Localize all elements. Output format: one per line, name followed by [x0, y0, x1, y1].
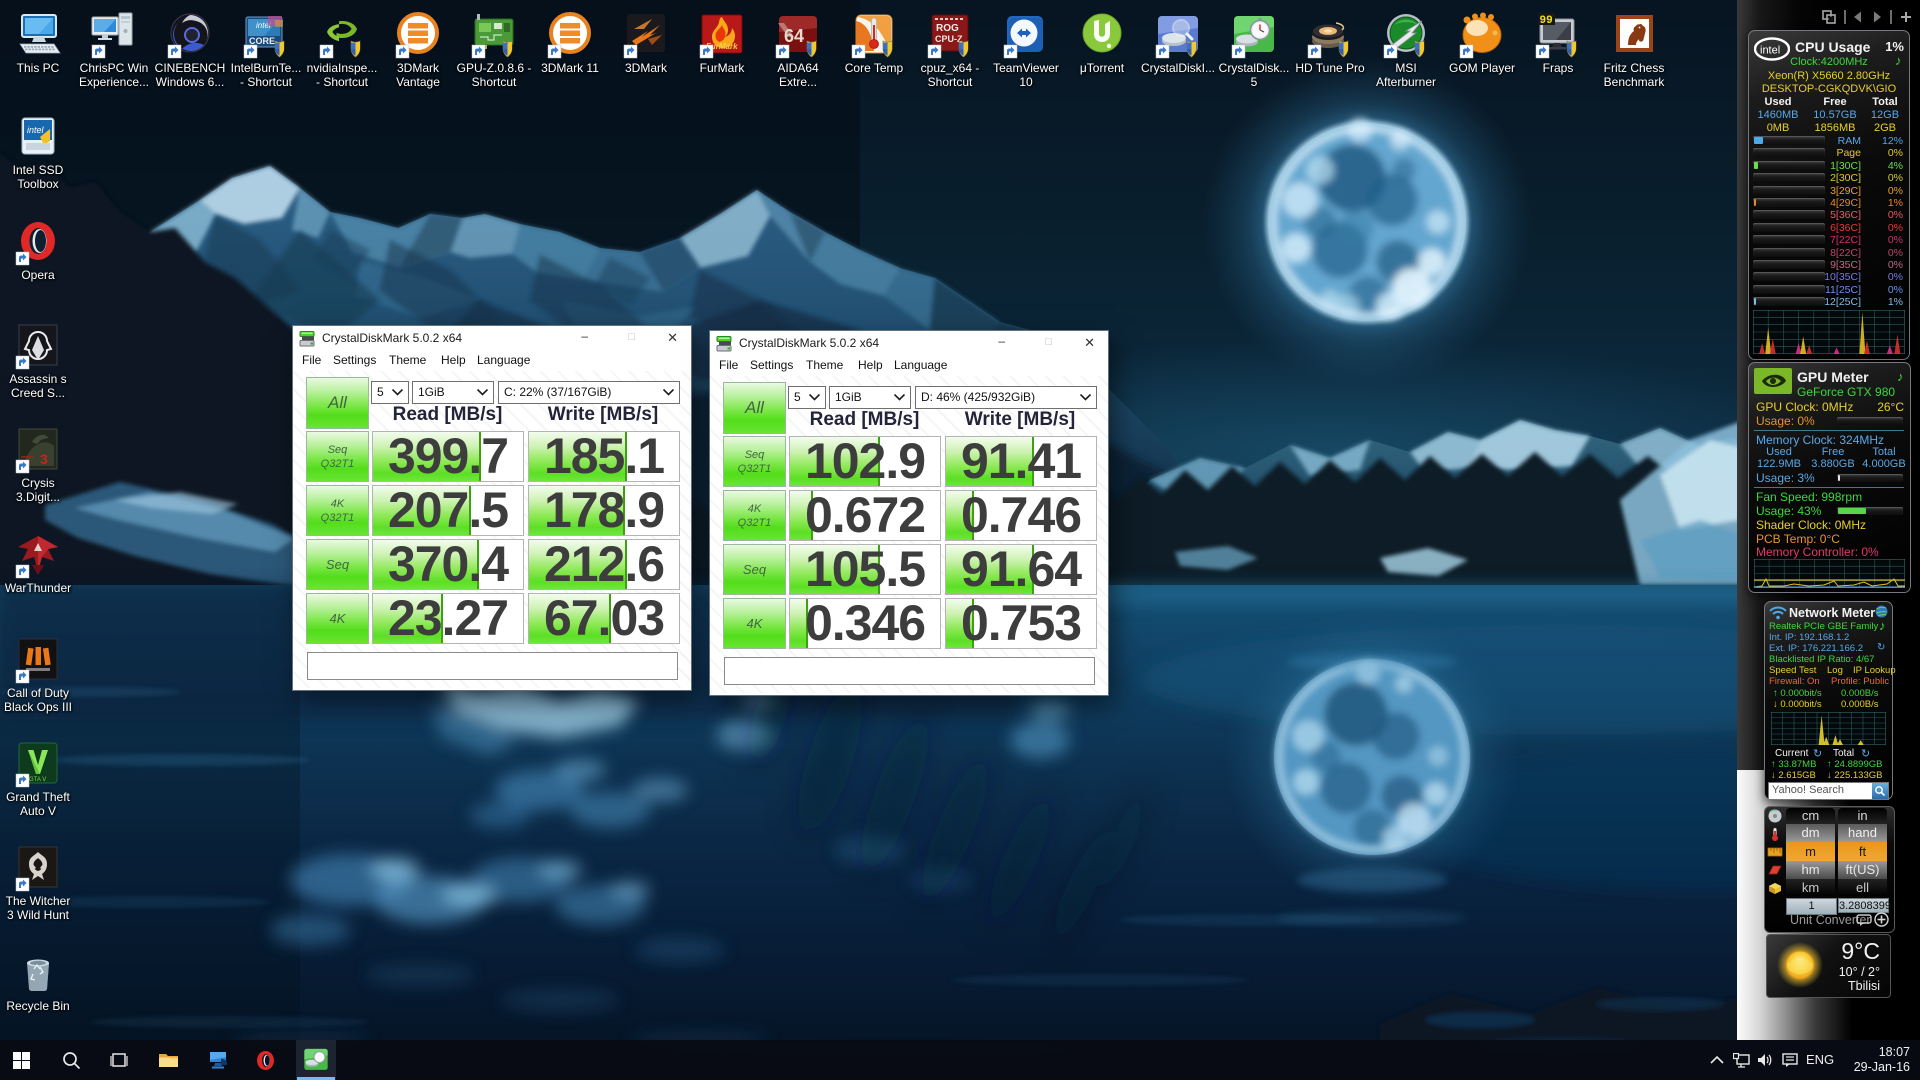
svg-text:CORE: CORE [249, 36, 275, 46]
svg-text:ROG: ROG [936, 23, 959, 34]
svg-text:GTA V: GTA V [29, 777, 46, 783]
svg-text:99: 99 [1540, 15, 1553, 27]
svg-text:3: 3 [40, 451, 48, 467]
svg-text:intel: intel [1760, 45, 1780, 57]
svg-text:intel: intel [27, 125, 45, 135]
